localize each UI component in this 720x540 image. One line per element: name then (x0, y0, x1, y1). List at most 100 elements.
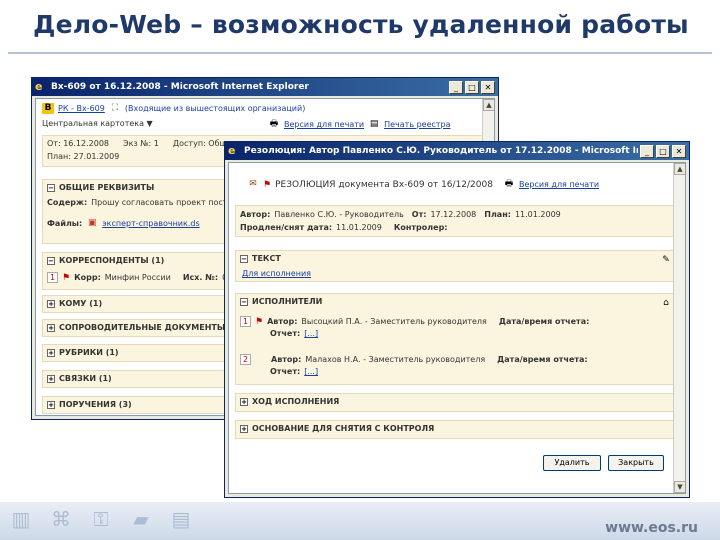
key-icon: ⚿ (93, 507, 109, 531)
text-for-execution-link[interactable]: Для исполнения (242, 269, 311, 278)
executor-author-value: Высоцкий П.А. - Заместитель руководителя (301, 317, 487, 326)
executor-author-value: Малахов Н.А. - Заместитель руководителя (305, 355, 486, 364)
collapse-toggle-icon[interactable]: − (240, 297, 248, 306)
close-button[interactable]: Закрыть (608, 455, 664, 471)
resolution-attributes: Автор: Павленко С.Ю. - Руководитель От: … (235, 205, 677, 237)
correspondent-number: 1 (47, 272, 58, 283)
executors-title: ИСПОЛНИТЕЛИ (252, 297, 323, 306)
maximize-button[interactable]: □ (656, 144, 670, 158)
minimize-button[interactable]: _ (640, 144, 654, 158)
links-title: СВЯЗКИ (1) (59, 374, 112, 383)
basis-title: ОСНОВАНИЕ ДЛЯ СНЯТИЯ С КОНТРОЛЯ (252, 424, 435, 433)
print-version-link[interactable]: Версия для печати (284, 120, 364, 129)
resolution-window[interactable]: e Резолюция: Автор Павленко С.Ю. Руковод… (224, 141, 690, 498)
correspondents-title: КОРРЕСПОНДЕНТЫ (1) (59, 256, 165, 265)
expand-toggle-icon[interactable]: + (47, 348, 55, 357)
registration-date: От: 16.12.2008 (47, 139, 109, 148)
general-section-title: ОБЩИЕ РЕКВИЗИТЫ (59, 183, 155, 192)
vertical-scrollbar[interactable]: ▲ ▼ (673, 163, 685, 493)
executor-number: 1 (240, 316, 251, 327)
close-window-button[interactable]: ✕ (672, 144, 686, 158)
correspondent-label: Корр: (74, 273, 101, 282)
footer-icons: ▥ ⌘ ⚿ ▰ ▤ (8, 505, 194, 537)
files-label: Файлы: (47, 219, 83, 228)
scroll-up-icon[interactable]: ▲ (483, 99, 494, 111)
correspondent-value: Минфин России (104, 273, 171, 282)
register-print-icon: ▤ (369, 119, 379, 129)
expand-toggle-icon[interactable]: + (47, 299, 55, 308)
internet-explorer-icon: e (228, 144, 236, 157)
progress-title: ХОД ИСПОЛНЕНИЯ (252, 397, 340, 406)
edit-text-icon[interactable]: ✎ (660, 255, 672, 266)
expand-toggle-icon[interactable]: + (240, 424, 248, 433)
slide-title: Дело-Web – возможность удаленной работы (33, 10, 689, 39)
document-icon: ▤ (171, 507, 191, 531)
document-group: (Входящие из вышестоящих организаций) (124, 104, 306, 113)
collapse-toggle-icon[interactable]: − (47, 183, 55, 192)
maximize-button[interactable]: □ (465, 80, 479, 94)
cabinet-select[interactable]: Центральная картотека ▼ (42, 119, 153, 128)
access-level: Доступ: Общ (172, 139, 228, 148)
to-whom-title: КОМУ (1) (59, 299, 103, 308)
add-executor-icon[interactable]: ⌂ (660, 298, 672, 309)
progress-section[interactable]: + ХОД ИСПОЛНЕНИЯ (235, 393, 677, 412)
attached-file-link[interactable]: эксперт-справочник.ds (102, 219, 199, 228)
resolution-content: ✉ ⚑ РЕЗОЛЮЦИЯ документа Вх-609 от 16/12/… (228, 162, 686, 494)
report-link[interactable]: [...] (304, 329, 318, 338)
network-icon: ⌘ (51, 507, 71, 531)
resolution-header: РЕЗОЛЮЦИЯ документа Вх-609 от 16/12/2008 (275, 179, 493, 190)
rubrics-title: РУБРИКИ (1) (59, 348, 119, 357)
executor-row: 2 Автор: Малахов Н.А. - Заместитель руко… (240, 354, 588, 365)
from-value: 17.12.2008 (430, 210, 477, 219)
collapse-toggle-icon[interactable]: − (47, 256, 55, 265)
outgoing-number-label: Исх. №: (182, 273, 219, 282)
expand-toggle-icon[interactable]: + (240, 397, 248, 406)
document-number-link[interactable]: РК - Вх-609 (58, 104, 105, 113)
text-section: − ТЕКСТ Для исполнения ✎ (235, 250, 677, 282)
from-label: От: (411, 210, 427, 219)
print-register-link[interactable]: Печать реестра (384, 120, 450, 129)
executor-author-label: Автор: (267, 317, 298, 326)
expand-toggle-icon[interactable]: + (47, 323, 55, 332)
resolution-titlebar[interactable]: e Резолюция: Автор Павленко С.Ю. Руковод… (225, 142, 689, 160)
printer-icon: 🖶 (504, 179, 514, 189)
flag-icon: ⚑ (255, 316, 264, 327)
executors-section: − ИСПОЛНИТЕЛИ ⌂ 1 ⚑ Автор: Высоцкий П.А. … (235, 293, 677, 385)
executor-row: 1 ⚑ Автор: Высоцкий П.А. - Заместитель р… (240, 316, 589, 327)
document-card-window-title: Вх-609 от 16.12.2008 - Microsoft Interne… (51, 82, 309, 92)
site-url: www.eos.ru (605, 520, 698, 536)
title-divider (8, 52, 712, 54)
report-date-label: Дата/время отчета: (498, 317, 590, 326)
print-version-link[interactable]: Версия для печати (519, 180, 599, 189)
expand-toggle-icon[interactable]: + (47, 400, 55, 409)
minimize-button[interactable]: _ (449, 80, 463, 94)
plan-label: План: (484, 210, 511, 219)
printer-icon: 🖶 (269, 119, 279, 129)
spacer-icon (255, 354, 267, 365)
orders-title: ПОРУЧЕНИЯ (3) (59, 400, 132, 409)
expand-toggle-icon[interactable]: + (47, 374, 55, 383)
extended-value: 11.01.2009 (336, 223, 382, 232)
report-label: Отчет: (270, 329, 301, 338)
summary-label: Содерж: (47, 198, 88, 207)
folder-icon: ▰ (133, 507, 149, 531)
text-section-title: ТЕКСТ (252, 254, 281, 263)
flag-icon: ⚑ (62, 272, 71, 283)
file-icon: ▣ (87, 218, 97, 228)
executor-author-label: Автор: (271, 355, 302, 364)
document-card-titlebar[interactable]: e Вх-609 от 16.12.2008 - Microsoft Inter… (32, 78, 498, 96)
resolution-icon: ✉ (249, 179, 257, 189)
scroll-down-icon[interactable]: ▼ (674, 481, 685, 493)
report-link[interactable]: [...] (304, 367, 318, 376)
delete-button[interactable]: Удалить (543, 455, 601, 471)
close-window-button[interactable]: ✕ (481, 80, 495, 94)
scroll-up-icon[interactable]: ▲ (674, 163, 685, 175)
copy-number: Экз №: 1 (123, 139, 159, 148)
flag-icon: ⚑ (263, 179, 272, 190)
collapse-toggle-icon[interactable]: − (240, 254, 248, 263)
author-value: Павленко С.Ю. - Руководитель (274, 210, 404, 219)
resolution-window-title: Резолюция: Автор Павленко С.Ю. Руководит… (244, 146, 638, 156)
plan-date: План: 27.01.2009 (47, 152, 120, 161)
extended-label: Продлен/снят дата: (240, 223, 333, 232)
basis-section[interactable]: + ОСНОВАНИЕ ДЛЯ СНЯТИЯ С КОНТРОЛЯ (235, 420, 677, 439)
